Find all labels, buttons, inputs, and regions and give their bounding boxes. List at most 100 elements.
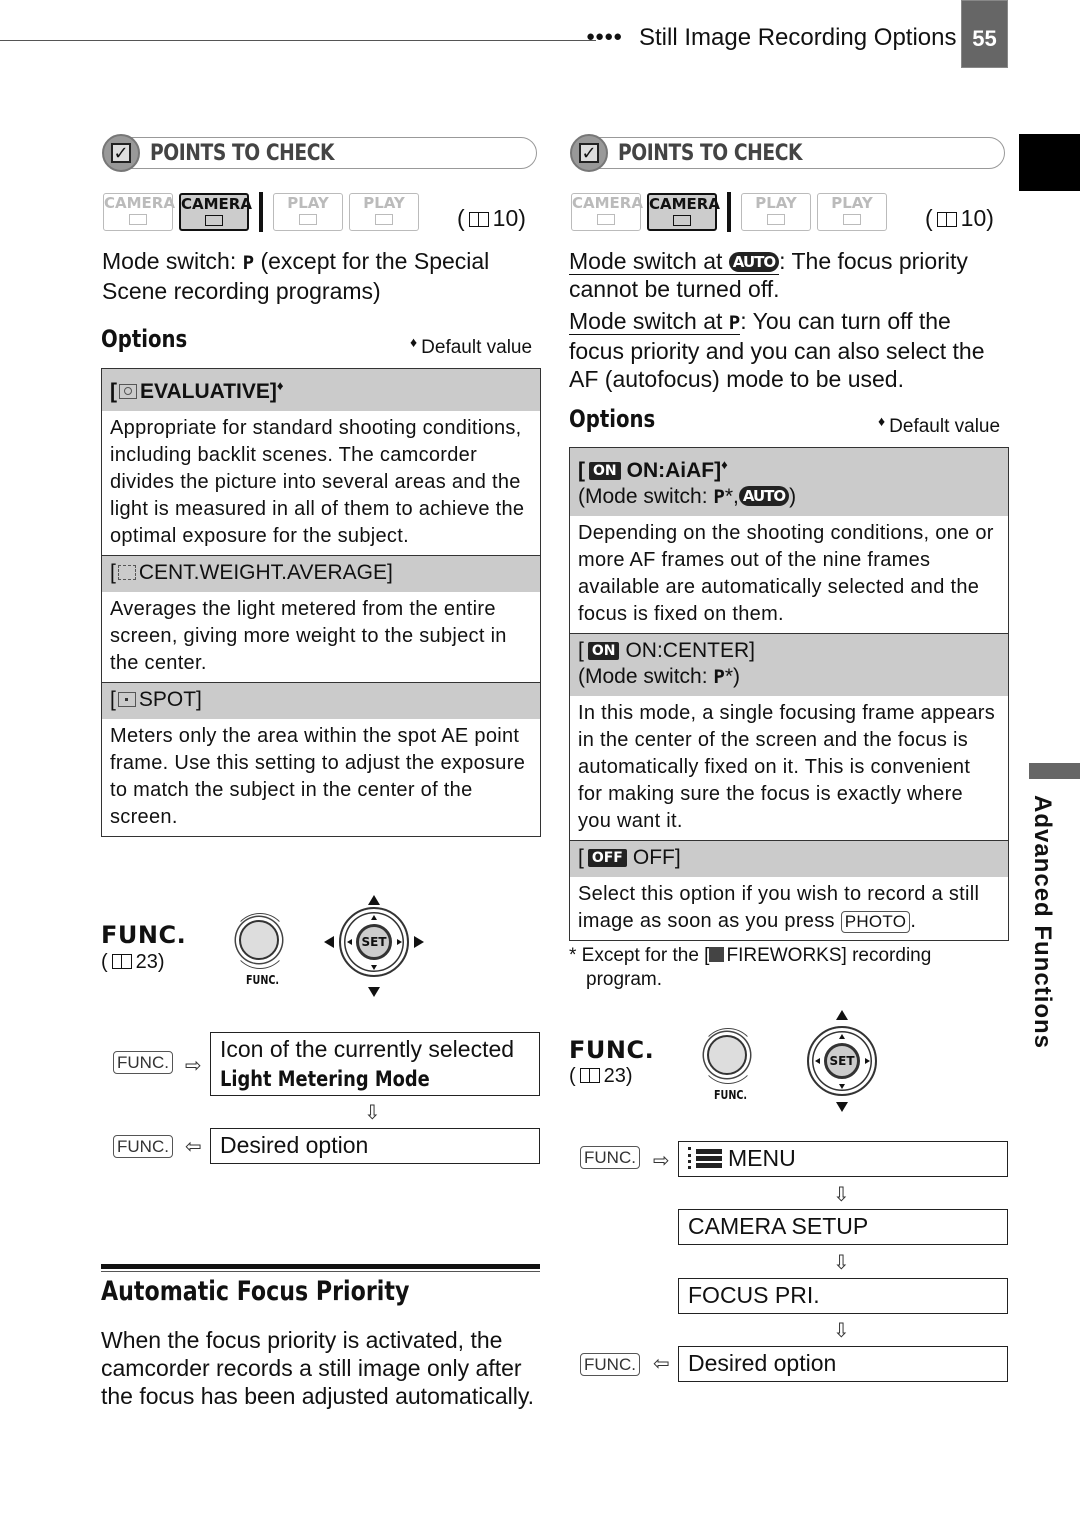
- set-button-icon: SET: [356, 924, 392, 960]
- page-number: 55: [961, 0, 1008, 68]
- focus-options-table: [ON ON:AiAF]♦ (Mode switch: P*, AUTO) Depe…: [569, 447, 1009, 941]
- func-heading: FUNC.: [569, 1036, 655, 1064]
- func-key: FUNC.: [113, 1135, 173, 1158]
- evaluative-icon: [119, 384, 137, 399]
- points-to-check-label: POINTS TO CHECK: [618, 141, 803, 166]
- default-value-legend: ♦ Default value: [878, 413, 1001, 437]
- func-key: FUNC.: [113, 1051, 173, 1074]
- page-reference[interactable]: (10): [457, 205, 526, 232]
- fireworks-icon: [709, 947, 725, 962]
- card-icon: [673, 215, 691, 226]
- joystick-illustration: SET: [782, 1008, 902, 1118]
- points-to-check-banner: ✓ POINTS TO CHECK: [102, 134, 537, 172]
- on-icon: ON: [589, 462, 621, 480]
- flow-step-menu: MENU: [678, 1141, 1008, 1177]
- arrow-right-icon: ⇨: [653, 1150, 670, 1172]
- arrow-down-icon: ⇩: [364, 1102, 381, 1124]
- program-mode-note: Mode switch at P: You can turn off the f…: [569, 308, 985, 392]
- diamond-icon: ♦: [410, 334, 418, 350]
- mode-camera-tape: CAMERA: [103, 193, 175, 231]
- option-header-cent-weight: [CENT.WEIGHT.AVERAGE]: [102, 555, 540, 592]
- option-body-cent-weight: Averages the light metered from the enti…: [102, 592, 540, 682]
- option-header-on-aiaf: [ON ON:AiAF]♦ (Mode switch: P*, AUTO): [570, 448, 1008, 516]
- flow-step-desired-option: Desired option: [210, 1128, 540, 1164]
- section-heading: Automatic Focus Priority: [101, 1276, 410, 1307]
- default-diamond-icon: ♦: [721, 457, 728, 472]
- mode-divider: [259, 192, 263, 232]
- on-icon: ON: [587, 642, 620, 660]
- option-header-evaluative: [EVALUATIVE]♦: [102, 369, 540, 411]
- arrow-left-icon: [324, 936, 334, 948]
- header-dots: ●●●●: [586, 28, 623, 45]
- mode-switch-note: Mode switch: P (except for the Special S…: [102, 248, 490, 304]
- thumb-tab-marker: [1019, 134, 1080, 191]
- program-mode-icon: P: [242, 252, 255, 274]
- arrow-right-icon: [414, 936, 424, 948]
- program-mode-icon: P: [728, 312, 741, 334]
- chapter-tab-marker: [1029, 763, 1080, 779]
- points-to-check-label: POINTS TO CHECK: [150, 141, 335, 166]
- book-icon: [936, 212, 957, 227]
- mode-camera-card: CAMERA: [179, 193, 252, 231]
- option-body-on-aiaf: Depending on the shooting conditions, on…: [570, 516, 1008, 633]
- card-icon: [843, 214, 861, 225]
- option-header-on-center: [ON ON:CENTER] (Mode switch: P*): [570, 633, 1008, 696]
- page-reference[interactable]: (10): [925, 205, 994, 232]
- option-body-evaluative: Appropriate for standard shooting condit…: [102, 411, 540, 555]
- func-button-icon: [707, 1035, 747, 1075]
- arrow-down-icon: [836, 1102, 848, 1112]
- tape-icon: [299, 214, 317, 225]
- option-body-off: Select this option if you wish to record…: [570, 877, 1008, 940]
- spot-icon: [117, 692, 136, 707]
- arrow-down-icon: ⇩: [833, 1320, 850, 1342]
- book-icon: [111, 954, 132, 969]
- flow-step-focus-pri: FOCUS PRI.: [678, 1278, 1008, 1314]
- arrow-down-icon: ⇩: [833, 1184, 850, 1206]
- card-icon: [375, 214, 393, 225]
- arrow-right-icon: ⇨: [185, 1055, 202, 1077]
- arrow-left-icon: ⇦: [653, 1353, 670, 1375]
- func-heading: FUNC.: [101, 921, 187, 949]
- checkbox-icon: ✓: [102, 134, 140, 172]
- arrow-down-icon: [368, 987, 380, 997]
- arrow-left-icon: ⇦: [185, 1136, 202, 1158]
- mode-indicators: CAMERA CAMERA PLAY PLAY: [103, 192, 419, 232]
- header-rule: [0, 40, 596, 41]
- mode-indicators: CAMERA CAMERA PLAY PLAY: [571, 192, 887, 232]
- options-heading: Options: [101, 325, 188, 353]
- mode-play-tape: PLAY: [741, 193, 811, 231]
- func-page-reference[interactable]: (23): [569, 1065, 633, 1088]
- metering-options-table: [EVALUATIVE]♦ Appropriate for standard s…: [101, 368, 541, 837]
- option-body-spot: Meters only the area within the spot AE …: [102, 719, 540, 836]
- func-page-reference[interactable]: (23): [101, 951, 165, 974]
- arrow-up-icon: [836, 1010, 848, 1020]
- mode-play-card: PLAY: [349, 193, 419, 231]
- flow-step-camera-setup: CAMERA SETUP: [678, 1209, 1008, 1245]
- diamond-icon: ♦: [878, 413, 886, 429]
- default-diamond-icon: ♦: [276, 378, 284, 393]
- section-rule: [101, 1264, 540, 1269]
- book-icon: [579, 1068, 600, 1083]
- arrow-down-icon: ⇩: [833, 1252, 850, 1274]
- card-icon: [205, 215, 223, 226]
- auto-mode-icon: AUTO: [738, 486, 790, 506]
- func-key: FUNC.: [580, 1146, 640, 1169]
- menu-icon: [688, 1147, 722, 1169]
- mode-divider: [727, 192, 731, 232]
- mode-camera-card: CAMERA: [647, 193, 720, 231]
- center-weighted-icon: [117, 565, 136, 580]
- options-heading: Options: [569, 405, 656, 433]
- chapter-label: Advanced Functions: [1029, 795, 1056, 1050]
- checkbox-icon: ✓: [570, 134, 608, 172]
- default-value-legend: ♦ Default value: [410, 334, 533, 358]
- option-body-on-center: In this mode, a single focusing frame ap…: [570, 696, 1008, 840]
- flow-step-current-icon: Icon of the currently selected Light Mete…: [210, 1032, 540, 1096]
- func-key: FUNC.: [580, 1353, 640, 1376]
- section-body: When the focus priority is activated, th…: [101, 1327, 535, 1409]
- arrow-up-icon: [368, 895, 380, 905]
- tape-icon: [767, 214, 785, 225]
- auto-mode-icon: AUTO: [728, 252, 780, 272]
- flow-step-desired-option: Desired option: [678, 1346, 1008, 1382]
- mode-camera-tape: CAMERA: [571, 193, 643, 231]
- section-title: Still Image Recording Options: [639, 24, 957, 51]
